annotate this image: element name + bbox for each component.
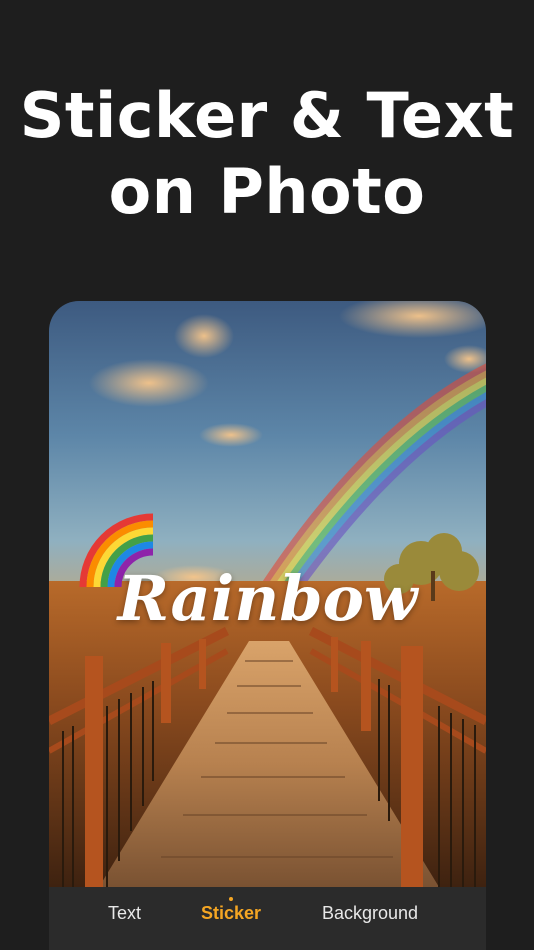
- headline: Sticker & Text on Photo: [0, 78, 534, 230]
- tab-background[interactable]: Background: [322, 887, 418, 950]
- editor-preview: Rainbow Text Sticker Background: [49, 301, 486, 950]
- tab-sticker[interactable]: Sticker: [201, 887, 261, 950]
- tab-text-label: Text: [108, 903, 142, 923]
- rainbow-text-sticker[interactable]: Rainbow: [49, 559, 486, 639]
- active-tab-indicator: [229, 897, 234, 901]
- tab-sticker-label: Sticker: [201, 903, 262, 923]
- tab-background-label: Background: [322, 903, 419, 923]
- tool-tab-bar: Text Sticker Background: [49, 887, 486, 950]
- tab-text[interactable]: Text: [108, 887, 141, 950]
- promo-screen: Sticker & Text on Photo Rainbow Text Sti…: [0, 0, 534, 950]
- headline-line-1: Sticker & Text: [19, 79, 515, 152]
- headline-line-2: on Photo: [108, 155, 426, 228]
